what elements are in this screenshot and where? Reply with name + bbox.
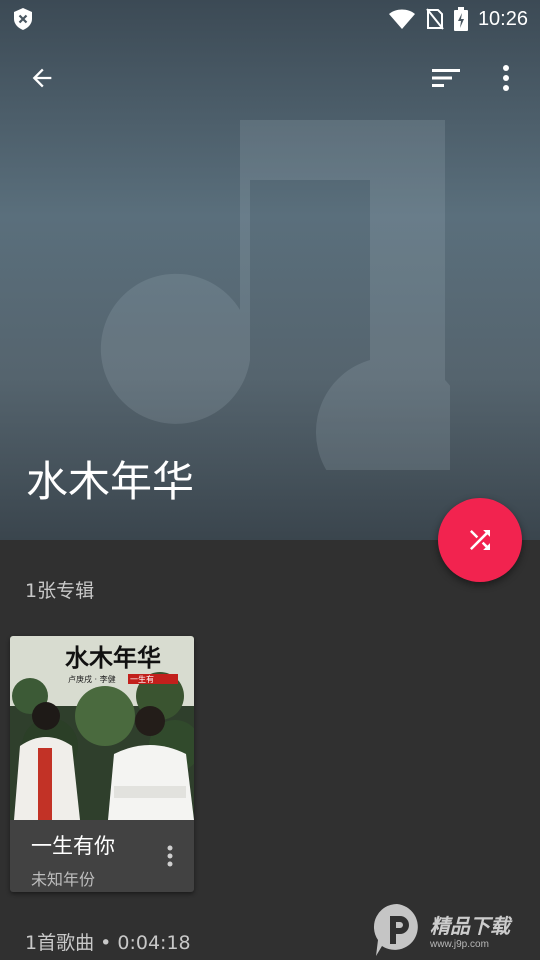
sort-button[interactable] bbox=[416, 48, 476, 108]
no-sim-icon bbox=[426, 8, 444, 30]
watermark-text: 精品下载 bbox=[430, 914, 510, 938]
cover-title-text: 水木年华 bbox=[65, 644, 161, 672]
album-more-button[interactable] bbox=[156, 842, 184, 870]
toolbar bbox=[0, 48, 540, 108]
album-info: 一生有你 未知年份 bbox=[10, 820, 194, 892]
watermark: 精品下载 www.j9p.com bbox=[372, 900, 540, 960]
back-button[interactable] bbox=[12, 48, 72, 108]
shuffle-button[interactable] bbox=[438, 498, 522, 582]
album-card[interactable]: 水木年华 卢庚戌 · 李健 一生有 一生有你 未知年份 bbox=[10, 636, 194, 892]
more-vert-icon bbox=[167, 845, 173, 867]
watermark-url: www.j9p.com bbox=[430, 939, 489, 950]
cover-tag-text: 一生有 bbox=[130, 674, 154, 684]
album-cover[interactable]: 水木年华 卢庚戌 · 李健 一生有 bbox=[10, 636, 194, 820]
album-count-label: 1张专辑 bbox=[25, 580, 95, 602]
artist-name: 水木年华 bbox=[26, 457, 195, 506]
wifi-icon bbox=[388, 9, 415, 29]
battery-charging-icon bbox=[453, 7, 468, 31]
watermark-logo-icon bbox=[373, 904, 418, 956]
cover-subtitle-text: 卢庚戌 · 李健 bbox=[68, 674, 116, 684]
more-vert-icon bbox=[503, 65, 509, 91]
sort-icon bbox=[432, 69, 460, 87]
artist-header: 10:26 水木年华 bbox=[0, 0, 540, 540]
shield-x-icon bbox=[14, 8, 32, 30]
songs-summary: 1首歌曲 • 0:04:18 bbox=[25, 932, 191, 954]
music-note-icon bbox=[100, 120, 450, 470]
status-time: 10:26 bbox=[477, 7, 528, 30]
arrow-back-icon bbox=[32, 68, 52, 88]
shuffle-icon bbox=[470, 530, 490, 550]
status-bar: 10:26 bbox=[0, 0, 540, 38]
more-options-button[interactable] bbox=[476, 48, 536, 108]
album-cover-image: 水木年华 卢庚戌 · 李健 一生有 bbox=[10, 636, 194, 820]
